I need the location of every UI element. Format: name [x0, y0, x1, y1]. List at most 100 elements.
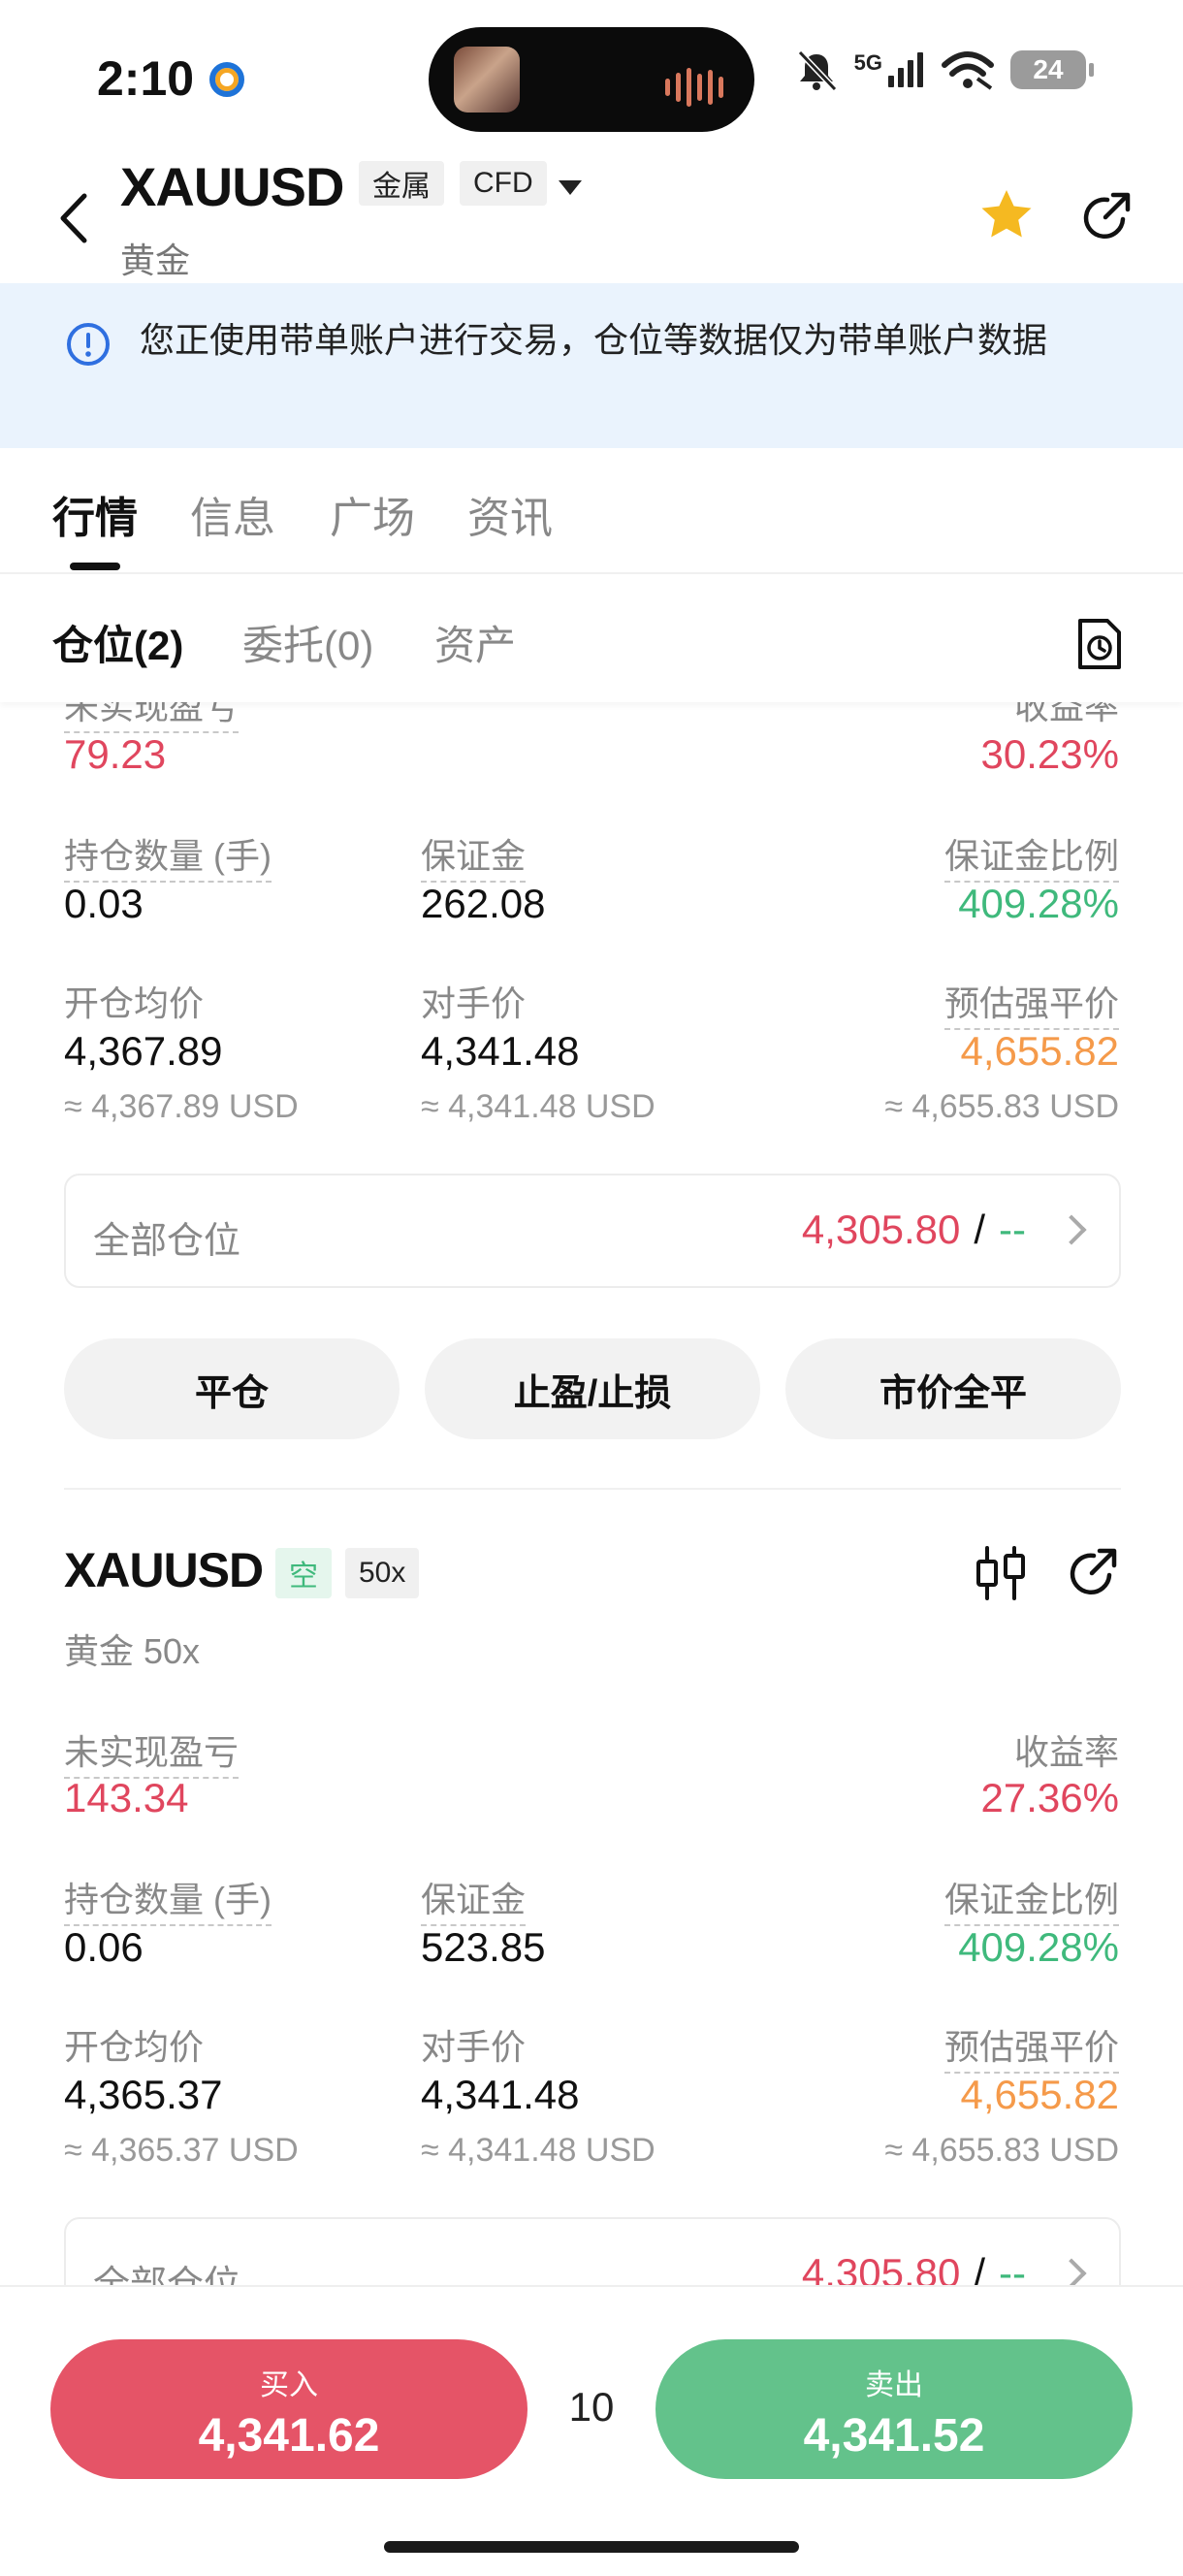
quantity-value: 0.03	[64, 881, 144, 926]
battery-indicator: 24	[1010, 50, 1094, 89]
subtab-orders[interactable]: 委托(0)	[242, 613, 373, 672]
margin-label[interactable]: 保证金	[421, 1872, 527, 1926]
sell-price: 4,341.52	[803, 2410, 985, 2462]
share-icon[interactable]	[1078, 190, 1133, 244]
instrument-name: 黄金	[120, 241, 191, 280]
unrealized-pnl-label[interactable]: 未实现盈亏	[64, 1724, 240, 1779]
network-type: 5G	[853, 50, 882, 75]
unrealized-pnl-value: 143.34	[64, 1775, 189, 1820]
info-icon	[67, 323, 110, 366]
open-avg-label: 开仓均价	[64, 983, 205, 1023]
position-actions: 平仓 止盈/止损 市价全平	[64, 1338, 1121, 1439]
status-icons: 5G 24	[794, 48, 1094, 91]
position-divider	[64, 1488, 1121, 1490]
home-indicator[interactable]	[384, 2541, 799, 2553]
return-rate-value: 27.36%	[980, 1775, 1119, 1820]
main-tabs: 行情 信息 广场 资讯	[0, 448, 1183, 574]
back-button[interactable]	[48, 184, 97, 252]
history-document-icon[interactable]	[1074, 617, 1125, 671]
cellular-signal: 5G	[854, 50, 925, 89]
margin-value: 262.08	[421, 881, 546, 926]
quantity-label[interactable]: 持仓数量 (手)	[64, 828, 272, 883]
counter-price-label: 对手价	[421, 2027, 527, 2067]
browser-app-icon	[209, 62, 244, 97]
margin-ratio-value: 409.28%	[958, 881, 1119, 926]
open-avg-usd: ≈ 4,367.89 USD	[64, 1088, 299, 1125]
all-positions-label: 全部仓位	[93, 2265, 241, 2285]
return-rate-label: 收益率	[1013, 1732, 1119, 1772]
share-position-icon[interactable]	[1065, 1546, 1119, 1600]
buy-button[interactable]: 买入 4,341.62	[50, 2339, 528, 2479]
tab-info[interactable]: 信息	[190, 483, 275, 545]
signal-bars-icon	[888, 52, 923, 87]
liquidation-price-label[interactable]: 预估强平价	[943, 976, 1119, 1030]
unrealized-pnl-value: 79.23	[64, 731, 167, 777]
counter-price-label: 对手价	[421, 983, 527, 1023]
buy-label: 买入	[260, 2369, 318, 2401]
status-time: 2:10	[97, 51, 195, 106]
open-avg-value: 4,367.89	[64, 1028, 223, 1074]
now-playing-thumbnail	[454, 47, 520, 113]
liquidation-price-usd: ≈ 4,655.83 USD	[884, 1088, 1119, 1125]
all-positions-label: 全部仓位	[93, 1221, 241, 1262]
chevron-left-icon	[60, 193, 87, 243]
market-close-all-button[interactable]: 市价全平	[785, 1338, 1121, 1439]
position-symbol: XAUUSD	[64, 1543, 264, 1597]
tab-market[interactable]: 行情	[52, 483, 138, 545]
all-positions-dash: --	[999, 1207, 1026, 1252]
all-positions-values: 4,305.80 / --	[801, 1207, 1087, 1253]
copy-trading-notice: 您正使用带单账户进行交易，仓位等数据仅为带单账户数据	[0, 283, 1183, 448]
product-type-selector[interactable]: CFD	[460, 161, 547, 206]
unrealized-pnl-label[interactable]: 未实现盈亏	[64, 702, 240, 733]
bell-muted-icon	[797, 49, 837, 91]
subtab-assets[interactable]: 资产	[434, 613, 516, 672]
instrument-symbol: XAUUSD	[120, 156, 344, 217]
sell-button[interactable]: 卖出 4,341.52	[655, 2339, 1133, 2479]
liquidation-price-label[interactable]: 预估强平价	[943, 2019, 1119, 2074]
liquidation-price-usd: ≈ 4,655.83 USD	[884, 2132, 1119, 2169]
counter-price-value: 4,341.48	[421, 1028, 580, 1074]
margin-ratio-label[interactable]: 保证金比例	[943, 828, 1119, 883]
status-bar: 2:10 5G 24	[0, 0, 1183, 155]
position-subtitle: 黄金 50x	[64, 1631, 201, 1671]
open-avg-usd: ≈ 4,365.37 USD	[64, 2132, 299, 2169]
quantity-label[interactable]: 持仓数量 (手)	[64, 1872, 272, 1926]
category-tag: 金属	[359, 161, 444, 206]
buy-price: 4,341.62	[198, 2410, 380, 2462]
sell-label: 卖出	[865, 2369, 923, 2401]
dropdown-caret-icon[interactable]	[559, 180, 582, 195]
margin-value: 523.85	[421, 1924, 546, 1970]
return-rate-value: 30.23%	[980, 731, 1119, 777]
active-tab-indicator	[70, 563, 120, 570]
margin-label[interactable]: 保证金	[421, 828, 527, 883]
tab-news[interactable]: 资讯	[467, 483, 553, 545]
trade-quantity[interactable]: 10	[543, 2384, 640, 2431]
close-position-button[interactable]: 平仓	[64, 1338, 400, 1439]
chevron-right-icon	[1056, 1214, 1087, 1245]
all-positions-row[interactable]: 全部仓位 4,305.80 / --	[64, 1174, 1121, 1288]
quantity-value: 0.06	[64, 1924, 144, 1970]
position-subtabs: 仓位(2) 委托(0) 资产	[0, 574, 1183, 702]
margin-ratio-label[interactable]: 保证金比例	[943, 1872, 1119, 1926]
all-positions-row[interactable]: 全部仓位 4,305.80 / --	[64, 2217, 1121, 2285]
dynamic-island[interactable]	[429, 27, 754, 132]
all-positions-value: 4,305.80	[801, 1207, 961, 1252]
instrument-header: XAUUSD 金属 CFD 黄金	[0, 155, 1183, 283]
positions-list[interactable]: 未实现盈亏 收益率 79.23 30.23% 持仓数量 (手) 保证金 保证金比…	[0, 702, 1183, 2285]
all-positions-value: 4,305.80	[801, 2250, 961, 2285]
favorite-star-icon[interactable]	[977, 186, 1036, 244]
take-profit-stop-loss-button[interactable]: 止盈/止损	[425, 1338, 760, 1439]
counter-price-usd: ≈ 4,341.48 USD	[421, 1088, 655, 1125]
wifi-icon	[942, 51, 994, 90]
candlestick-chart-icon[interactable]	[974, 1544, 1028, 1602]
all-positions-values: 4,305.80 / --	[801, 2250, 1087, 2285]
tab-square[interactable]: 广场	[330, 483, 415, 545]
all-positions-separator: /	[974, 2250, 986, 2285]
all-positions-separator: /	[974, 1207, 986, 1252]
open-avg-label: 开仓均价	[64, 2027, 205, 2067]
subtab-positions[interactable]: 仓位(2)	[52, 613, 183, 672]
open-avg-value: 4,365.37	[64, 2072, 223, 2117]
direction-tag: 空	[275, 1548, 332, 1598]
liquidation-price-value: 4,655.82	[960, 1028, 1120, 1074]
counter-price-usd: ≈ 4,341.48 USD	[421, 2132, 655, 2169]
